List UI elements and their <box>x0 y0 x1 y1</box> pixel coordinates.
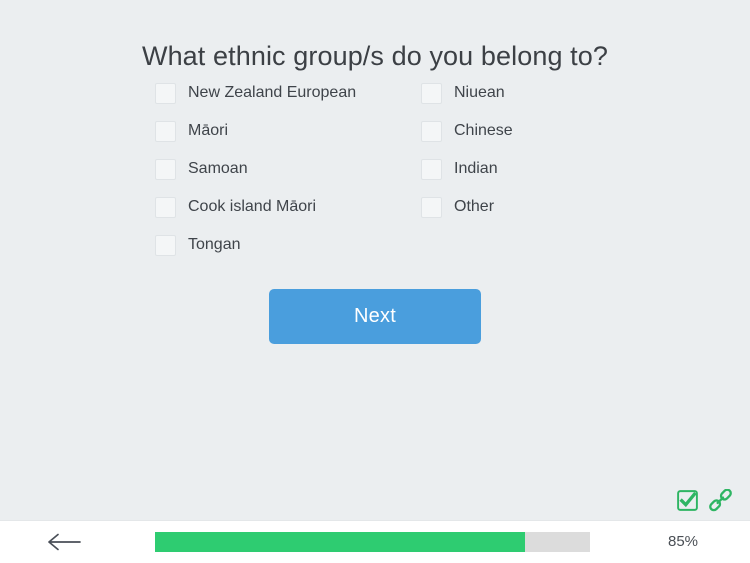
option-label: Māori <box>188 122 229 139</box>
bottom-bar: 85% <box>0 520 750 563</box>
option-label: Other <box>454 198 495 215</box>
option-label: New Zealand European <box>188 84 357 101</box>
status-icons <box>676 488 732 512</box>
checkbox-samoan[interactable] <box>155 158 176 180</box>
option-indian[interactable]: Indian <box>421 150 621 188</box>
page-title: What ethnic group/s do you belong to? <box>141 41 608 72</box>
options-column-right: Niuean Chinese Indian Other <box>421 74 621 226</box>
option-label: Tongan <box>188 236 241 253</box>
arrow-left-icon[interactable] <box>44 530 84 554</box>
checkbox-chinese[interactable] <box>421 120 442 142</box>
option-label: Niuean <box>454 84 505 101</box>
option-other[interactable]: Other <box>421 188 621 226</box>
option-label: Indian <box>454 160 498 177</box>
option-chinese[interactable]: Chinese <box>421 112 621 150</box>
checkbox-maori[interactable] <box>155 120 176 142</box>
checkbox-cook-island-maori[interactable] <box>155 196 176 218</box>
option-cook-island-maori[interactable]: Cook island Māori <box>155 188 415 226</box>
checkbox-niuean[interactable] <box>421 82 442 104</box>
checkbox-check-icon[interactable] <box>676 489 699 512</box>
progress-percent-label: 85% <box>667 533 699 550</box>
link-chain-icon[interactable] <box>709 488 732 512</box>
option-maori[interactable]: Māori <box>155 112 415 150</box>
checkbox-tongan[interactable] <box>155 234 176 256</box>
option-niuean[interactable]: Niuean <box>421 74 621 112</box>
option-label: Samoan <box>188 160 248 177</box>
checkbox-indian[interactable] <box>421 158 442 180</box>
options-column-left: New Zealand European Māori Samoan Cook i… <box>155 74 415 264</box>
option-new-zealand-european[interactable]: New Zealand European <box>155 74 415 112</box>
progress-bar <box>155 532 590 552</box>
option-tongan[interactable]: Tongan <box>155 226 415 264</box>
option-label: Cook island Māori <box>188 198 317 215</box>
checkbox-other[interactable] <box>421 196 442 218</box>
survey-screen: What ethnic group/s do you belong to? Ne… <box>0 0 750 563</box>
option-label: Chinese <box>454 122 513 139</box>
option-samoan[interactable]: Samoan <box>155 150 415 188</box>
progress-bar-fill <box>155 532 525 552</box>
checkbox-new-zealand-european[interactable] <box>155 82 176 104</box>
next-button[interactable]: Next <box>269 289 481 344</box>
